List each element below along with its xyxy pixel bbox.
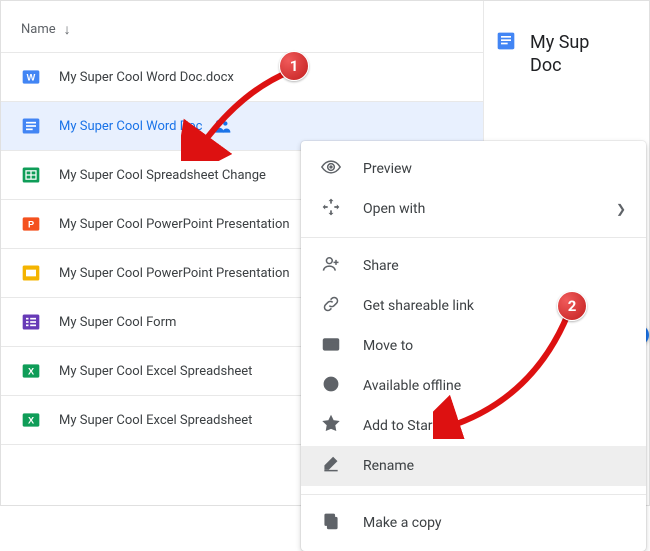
- menu-open-with[interactable]: Open with ❯: [301, 189, 646, 229]
- chevron-right-icon: ❯: [616, 202, 626, 216]
- open-with-icon: [321, 197, 341, 221]
- person-add-icon: [321, 254, 341, 278]
- menu-separator: [301, 494, 646, 495]
- name-header-label: Name: [21, 22, 56, 37]
- file-name: My Super Cool PowerPoint Presentation: [59, 217, 290, 232]
- powerpoint-file-icon: P: [21, 214, 41, 234]
- file-name: My Super Cool Spreadsheet Change: [59, 168, 266, 183]
- pencil-icon: [321, 454, 341, 478]
- column-header-name[interactable]: Name ↓: [1, 11, 483, 53]
- menu-label: Make a copy: [363, 515, 442, 531]
- eye-icon: [321, 157, 341, 181]
- star-icon: [321, 414, 341, 438]
- file-name: My Super Cool Form: [59, 315, 176, 330]
- menu-rename[interactable]: Rename: [301, 446, 646, 486]
- docs-file-icon: [496, 31, 516, 51]
- move-to-icon: [321, 334, 341, 358]
- excel-file-icon: X: [21, 361, 41, 381]
- menu-label: Move to: [363, 338, 413, 354]
- menu-label: Add to Star: [363, 418, 433, 434]
- svg-text:X: X: [28, 366, 35, 376]
- svg-text:X: X: [28, 415, 35, 425]
- menu-share[interactable]: Share: [301, 246, 646, 286]
- details-title: My SupDoc: [530, 31, 589, 78]
- file-name: My Super Cool PowerPoint Presentation: [59, 266, 290, 281]
- file-name: My Super Cool Excel Spreadsheet: [59, 364, 252, 379]
- link-icon: [321, 294, 341, 318]
- menu-separator: [301, 237, 646, 238]
- offline-icon: [321, 374, 341, 398]
- menu-make-copy[interactable]: Make a copy: [301, 503, 646, 543]
- menu-preview[interactable]: Preview: [301, 149, 646, 189]
- slides-file-icon: [21, 263, 41, 283]
- callout-number: 2: [557, 291, 587, 321]
- menu-label: Share: [363, 258, 399, 274]
- copy-icon: [321, 511, 341, 535]
- excel-file-icon: X: [21, 410, 41, 430]
- menu-label: Preview: [363, 161, 412, 177]
- annotation-callout-1: 1: [279, 51, 309, 81]
- sheets-file-icon: [21, 165, 41, 185]
- sort-arrow-down-icon: ↓: [64, 21, 71, 38]
- file-name: My Super Cool Excel Spreadsheet: [59, 413, 252, 428]
- forms-file-icon: [21, 312, 41, 332]
- menu-label: Rename: [363, 458, 414, 474]
- annotation-callout-2: 2: [557, 291, 587, 321]
- svg-text:P: P: [28, 219, 34, 229]
- word-file-icon: W: [21, 67, 41, 87]
- svg-text:W: W: [27, 72, 36, 82]
- annotation-arrow-2: [433, 309, 593, 439]
- menu-label: Open with: [363, 201, 425, 217]
- callout-number: 1: [279, 51, 309, 81]
- docs-file-icon: [21, 116, 41, 136]
